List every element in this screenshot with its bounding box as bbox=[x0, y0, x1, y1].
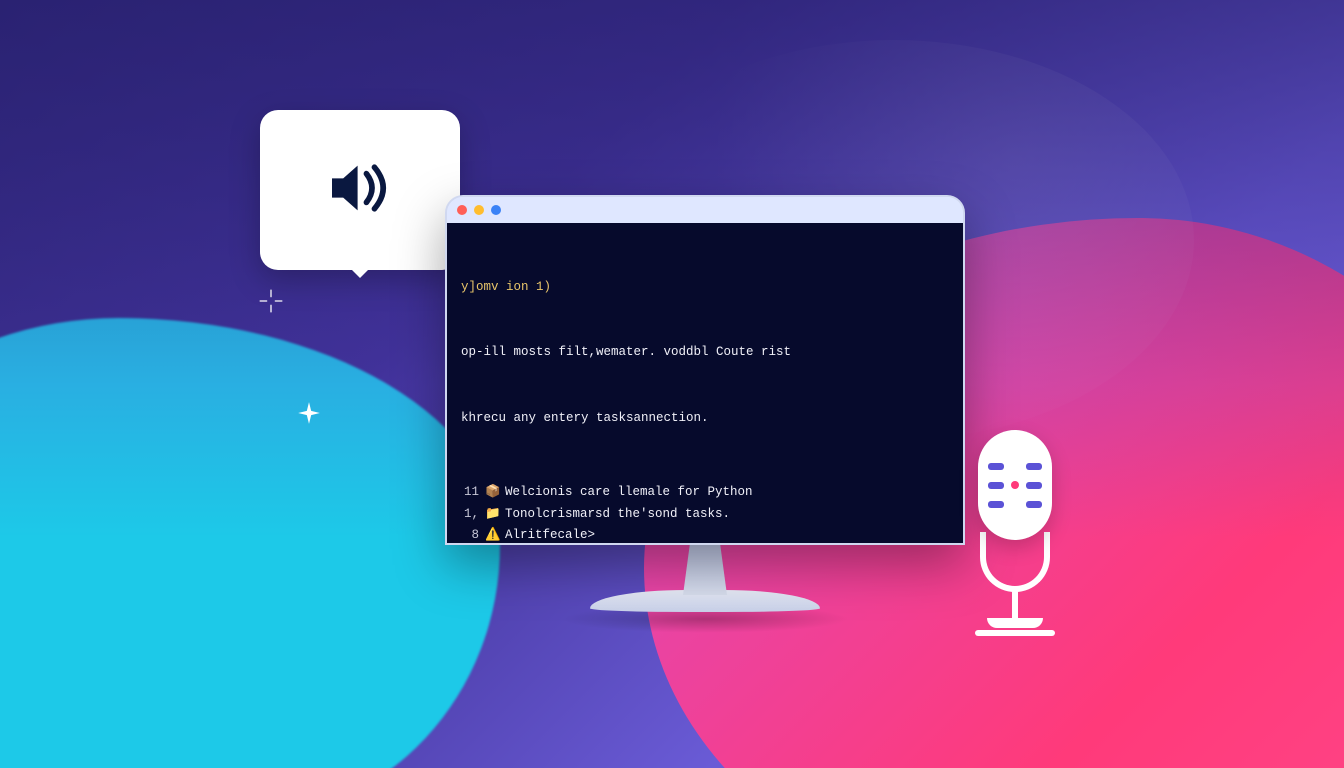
terminal-line-number: 1, bbox=[461, 504, 479, 526]
package-icon: 📦 bbox=[485, 482, 499, 504]
terminal-header-line: khrecu any entery tasksannection. bbox=[461, 408, 949, 430]
terminal-line: 8 ⚠️ Alritfecale> bbox=[461, 525, 949, 545]
microphone-foot bbox=[975, 630, 1055, 636]
sparkle-icon bbox=[258, 288, 284, 314]
terminal-line-number: 11 bbox=[461, 482, 479, 504]
microphone-base bbox=[987, 618, 1043, 628]
window-titlebar bbox=[447, 197, 963, 223]
maximize-traffic-light[interactable] bbox=[491, 205, 501, 215]
sparkle-icon bbox=[296, 400, 322, 426]
speech-bubble bbox=[260, 110, 460, 270]
microphone-icon bbox=[960, 430, 1070, 660]
terminal-line: 11 📦 Welcionis care llemale for Python bbox=[461, 482, 949, 504]
monitor-window: y]omv ion 1) op-ill mosts filt,wemater. … bbox=[445, 195, 965, 545]
folder-icon: 📁 bbox=[485, 504, 499, 526]
microphone-pole bbox=[1012, 588, 1018, 618]
speaker-icon bbox=[320, 148, 400, 233]
warning-icon: ⚠️ bbox=[485, 525, 499, 545]
microphone-head bbox=[978, 430, 1052, 540]
microphone-record-dot bbox=[1011, 481, 1019, 489]
minimize-traffic-light[interactable] bbox=[474, 205, 484, 215]
terminal-line: 1, 📁 Tonolcrismarsd the'sond tasks. bbox=[461, 504, 949, 526]
terminal-header-line: op-ill mosts filt,wemater. voddbl Coute … bbox=[461, 342, 949, 364]
terminal-line-text: Tonolcrismarsd the'sond tasks. bbox=[505, 504, 730, 526]
terminal-line-number: 8 bbox=[461, 525, 479, 545]
microphone-stand-arc bbox=[980, 532, 1050, 592]
terminal-prompt: y]omv ion 1) bbox=[461, 277, 949, 299]
close-traffic-light[interactable] bbox=[457, 205, 467, 215]
terminal-line-text: Welcionis care llemale for Python bbox=[505, 482, 753, 504]
terminal-line-text: Alritfecale> bbox=[505, 525, 595, 545]
terminal-pane[interactable]: y]omv ion 1) op-ill mosts filt,wemater. … bbox=[447, 223, 963, 543]
